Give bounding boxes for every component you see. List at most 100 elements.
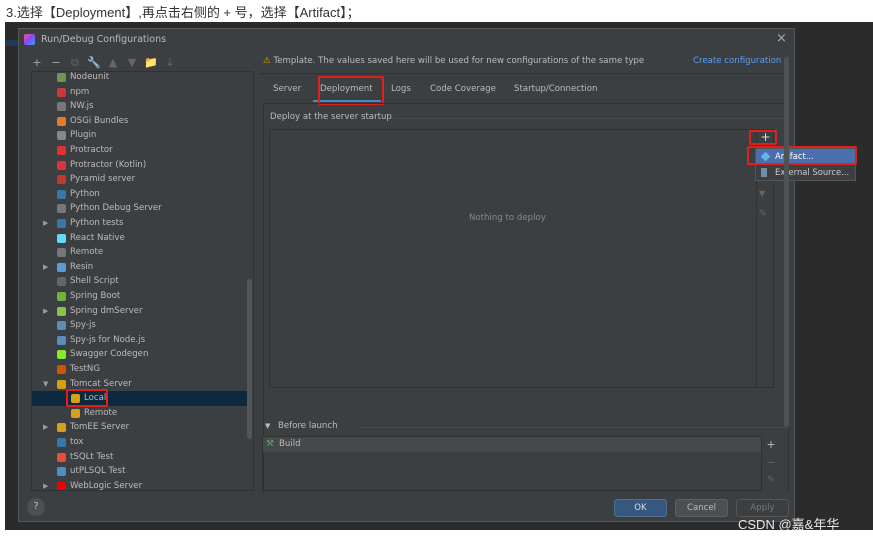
deploy-section-label: Deploy at the server startup [270, 112, 392, 122]
tree-item[interactable]: tox [32, 435, 250, 450]
hammer-icon: ⚒ [266, 439, 275, 449]
tree-item[interactable]: Shell Script [32, 274, 250, 289]
add-task-button[interactable]: + [764, 438, 778, 451]
tree-item-label: Remote [70, 247, 104, 258]
tree-item[interactable]: Python [32, 187, 250, 202]
edit-task-button[interactable]: ✎ [764, 475, 778, 485]
tab-server[interactable]: Server [273, 84, 301, 94]
collapsed-arrow-icon[interactable]: ▶ [43, 420, 48, 435]
tree-item[interactable]: Protractor [32, 143, 250, 158]
remove-icon[interactable]: − [49, 56, 63, 69]
tree-item[interactable]: ▶ Resin [32, 260, 250, 275]
tree-item[interactable]: npm [32, 85, 250, 100]
move-down-icon[interactable]: ▼ [125, 56, 139, 69]
tree-item[interactable]: utPLSQL Test [32, 464, 250, 479]
tree-item[interactable]: Plugin [32, 128, 250, 143]
configuration-tree[interactable]: Nodeunit npm NW.js OSGi Bundles Plugin Protra… [31, 71, 254, 491]
tree-item-label: NW.js [70, 101, 94, 112]
tree-item[interactable]: NW.js [32, 99, 250, 114]
tree-item[interactable]: ▶ WebLogic Server [32, 479, 250, 490]
cancel-button[interactable]: Cancel [675, 499, 728, 517]
close-icon[interactable]: × [776, 31, 787, 46]
move-down-icon[interactable]: ▼ [759, 189, 765, 198]
remove-task-button[interactable]: − [764, 456, 778, 469]
csdn-watermark: CSDN @嘉&年华 [738, 517, 840, 532]
tab-code-coverage[interactable]: Code Coverage [430, 84, 496, 94]
tab-startup-connection[interactable]: Startup/Connection [514, 84, 597, 94]
tree-scrollbar[interactable] [247, 279, 252, 439]
divider [394, 118, 784, 119]
copy-icon[interactable]: ⧉ [68, 56, 82, 70]
config-type-icon [57, 292, 66, 301]
help-button[interactable]: ? [27, 498, 45, 516]
tree-item[interactable]: React Native [32, 231, 250, 246]
panel-scrollbar[interactable] [784, 57, 789, 427]
tree-item-label: TestNG [70, 364, 101, 374]
collapsed-arrow-icon[interactable]: ▶ [43, 260, 48, 275]
collapsed-arrow-icon[interactable]: ▶ [43, 304, 48, 319]
tree-item[interactable]: Protractor (Kotlin) [32, 158, 250, 173]
tree-item[interactable]: Remote [32, 406, 250, 421]
before-launch-label: Before launch [278, 421, 338, 431]
tree-item[interactable]: Remote [32, 245, 250, 260]
highlight-box-artifact [747, 146, 857, 165]
ide-tab-strip [5, 40, 19, 46]
empty-list-text: Nothing to deploy [469, 213, 546, 223]
edit-icon[interactable]: ✎ [759, 209, 767, 219]
collapsed-arrow-icon[interactable]: ▶ [43, 216, 48, 231]
tree-item-label: tox [70, 437, 84, 447]
tree-item[interactable]: tSQLt Test [32, 450, 250, 465]
tree-item[interactable]: Nodeunit [32, 72, 250, 85]
config-type-icon [57, 131, 66, 141]
deploy-list[interactable] [269, 129, 774, 388]
config-type-icon [57, 438, 66, 447]
expanded-arrow-icon[interactable]: ▼ [43, 377, 48, 392]
tree-item-label: Python [70, 188, 100, 199]
tree-item-label: utPLSQL Test [70, 466, 126, 477]
tree-item[interactable]: Python Debug Server [32, 201, 250, 216]
config-type-icon [57, 262, 66, 272]
tree-item[interactable]: Local [32, 391, 250, 406]
tree-item[interactable]: ▶ Spring dmServer [32, 304, 250, 319]
add-icon[interactable]: + [30, 56, 44, 69]
tree-item-label: Spy-js [70, 320, 96, 331]
template-warning: ⚠ Template. The values saved here will b… [263, 56, 644, 66]
collapse-arrow-icon[interactable]: ▼ [265, 422, 270, 430]
warning-text: Template. The values saved here will be … [273, 56, 645, 66]
dialog-title: Run/Debug Configurations [41, 34, 167, 45]
tree-item[interactable]: Spy-js [32, 318, 250, 333]
tree-item[interactable]: ▼ Tomcat Server [32, 377, 250, 392]
config-type-icon [57, 87, 66, 97]
sort-icon[interactable]: ↓ [163, 56, 177, 69]
tree-item[interactable]: OSGi Bundles [32, 114, 250, 129]
config-type-icon [57, 423, 66, 433]
build-task-row[interactable]: Build [263, 437, 761, 452]
move-up-icon[interactable]: ▲ [106, 56, 120, 69]
tree-item[interactable]: TestNG [32, 362, 250, 377]
tree-item[interactable]: Pyramid server [32, 172, 250, 187]
tree-item-label: Python Debug Server [70, 203, 162, 214]
tree-item[interactable]: Swagger Codegen [32, 347, 250, 362]
wrench-icon[interactable]: 🔧 [87, 56, 101, 69]
tree-item-label: tSQLt Test [70, 451, 114, 462]
divider [259, 73, 789, 74]
ok-button[interactable]: OK [614, 499, 667, 517]
collapsed-arrow-icon[interactable]: ▶ [43, 479, 48, 490]
config-type-icon [57, 175, 66, 185]
tree-item[interactable]: Spy-js for Node.js [32, 333, 250, 348]
tree-item-label: TomEE Server [70, 422, 130, 433]
highlight-box-plus [749, 130, 777, 145]
config-type-icon [57, 73, 66, 82]
menu-item-external-source[interactable]: External Source... [756, 165, 855, 180]
tree-item[interactable]: ▶ Python tests [32, 216, 250, 231]
config-type-icon [57, 116, 66, 126]
config-type-icon [71, 408, 80, 418]
tab-logs[interactable]: Logs [391, 84, 411, 94]
tree-item[interactable]: ▶ TomEE Server [32, 420, 250, 435]
config-type-icon [57, 102, 66, 112]
tree-item-label: React Native [70, 232, 125, 243]
folder-icon[interactable]: 📁 [144, 56, 158, 69]
create-configuration-link[interactable]: Create configuration [693, 56, 781, 66]
tree-item-label: Spring dmServer [70, 305, 143, 316]
tree-item[interactable]: Spring Boot [32, 289, 250, 304]
